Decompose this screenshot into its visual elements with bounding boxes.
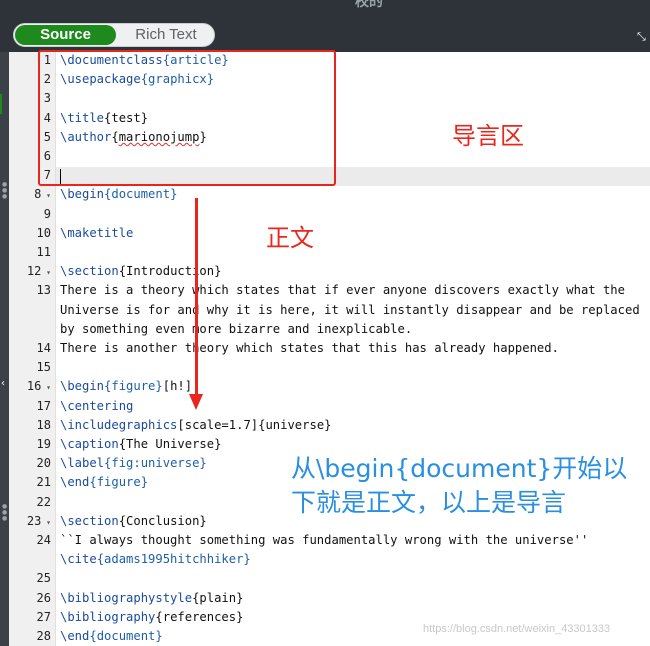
code-line[interactable]: There is another theory which states tha… — [60, 339, 559, 358]
code-line[interactable]: There is a theory which states that if e… — [60, 281, 625, 300]
expand-icon[interactable]: ⤡ — [637, 30, 649, 44]
line-number: 21 — [36, 475, 51, 490]
line-number: 25 — [36, 571, 51, 586]
code-line[interactable]: \bibliography{references} — [60, 608, 243, 627]
fold-triangle-icon[interactable]: ▾ — [41, 268, 51, 277]
chevron-left-icon[interactable]: ‹ — [1, 378, 5, 389]
fold-triangle-icon[interactable]: ▾ — [41, 191, 51, 200]
preamble-highlight-box — [38, 50, 336, 186]
fold-triangle-icon[interactable]: ▾ — [41, 383, 51, 392]
annotation-arrow-head — [189, 394, 203, 410]
preamble-annotation: 导言区 — [452, 122, 524, 150]
line-number: 9 — [43, 206, 51, 221]
code-line[interactable]: \label{fig:universe} — [60, 454, 207, 473]
code-line[interactable]: \begin{figure}[h!] — [60, 377, 192, 396]
line-number: 8 ▾ — [34, 187, 51, 202]
code-line[interactable]: \end{figure} — [60, 473, 148, 492]
description-annotation: 从\begin{document}开始以下就是正文，以上是导言 — [291, 454, 628, 517]
code-line[interactable]: \bibliographystyle{plain} — [60, 589, 243, 608]
line-number — [7, 301, 51, 320]
line-number: 12 ▾ — [26, 264, 51, 279]
active-indicator — [0, 94, 2, 114]
code-line[interactable]: Universe is for and why it is here, it w… — [60, 301, 640, 320]
code-line[interactable]: \includegraphics[scale=1.7]{universe} — [60, 416, 332, 435]
code-line[interactable]: \section{Conclusion} — [60, 512, 207, 531]
line-number: 11 — [36, 245, 51, 259]
line-number — [7, 320, 51, 339]
line-number — [7, 550, 51, 569]
code-line[interactable]: by something even more bizarre and inexp… — [60, 320, 412, 339]
top-bar: 校的 Source Rich Text ⤡ — [0, 0, 650, 52]
code-line[interactable]: \end{document} — [60, 627, 163, 646]
line-number: 27 — [36, 609, 51, 624]
code-line[interactable]: \caption{The Universe} — [60, 435, 221, 454]
code-line[interactable]: ``I always thought something was fundame… — [60, 531, 588, 550]
line-number: 17 — [36, 398, 51, 413]
code-line[interactable]: \begin{document} — [60, 185, 177, 204]
line-number: 20 — [36, 456, 51, 471]
code-line[interactable]: \centering — [60, 397, 133, 416]
watermark: https://blog.csdn.net/weixin_43301333 — [423, 623, 611, 635]
code-line[interactable]: \maketitle — [60, 224, 133, 243]
line-number: 15 — [36, 360, 51, 375]
line-number: 13 — [36, 283, 51, 298]
line-number: 28 — [36, 629, 51, 643]
window-title: 校的 — [355, 0, 383, 10]
line-number: 16 ▾ — [26, 379, 51, 394]
line-number: 19 — [36, 437, 51, 451]
fold-triangle-icon[interactable]: ▾ — [41, 518, 51, 527]
rich-text-mode-button[interactable]: Rich Text — [118, 25, 214, 45]
line-number: 18 — [36, 417, 51, 432]
line-number: 22 — [36, 494, 51, 509]
source-mode-button[interactable]: Source — [15, 25, 116, 45]
editor-mode-toggle[interactable]: Source Rich Text — [13, 23, 215, 47]
line-number: 23 ▾ — [26, 513, 51, 528]
line-number: 24 — [36, 533, 51, 547]
annotation-arrow — [195, 198, 198, 398]
line-number: 26 — [36, 590, 51, 605]
code-line[interactable]: \cite{adams1995hitchhiker} — [60, 550, 251, 569]
body-annotation: 正文 — [266, 224, 314, 252]
line-number: 10 — [36, 225, 51, 240]
line-number: 14 — [36, 341, 51, 355]
